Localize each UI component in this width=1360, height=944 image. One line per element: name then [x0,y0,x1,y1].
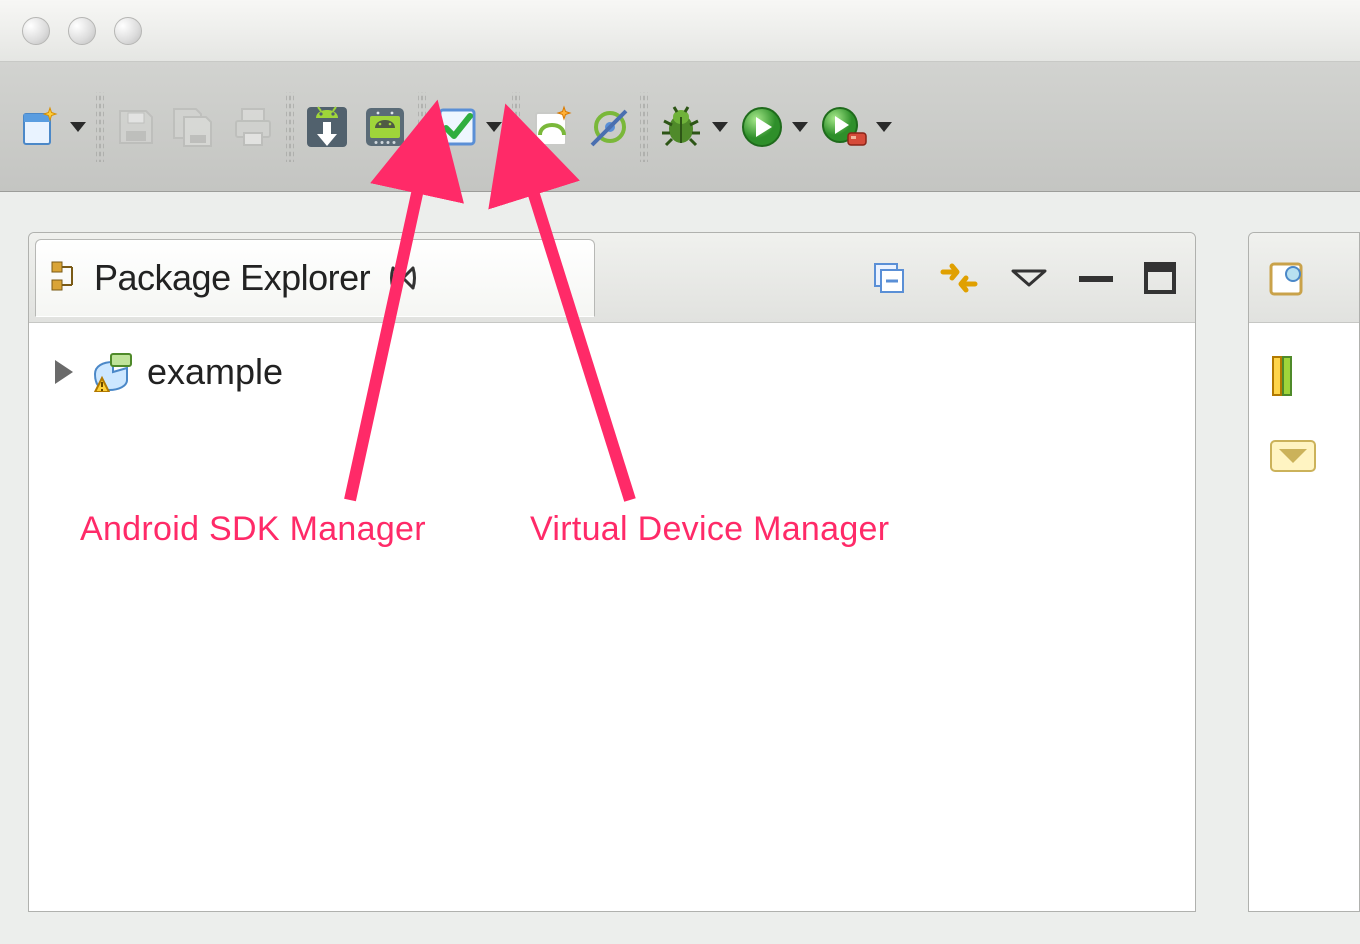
side-minimize-icon[interactable] [1269,439,1319,475]
android-sdk-manager-button[interactable] [298,85,356,169]
side-handle-icon[interactable] [1269,353,1295,399]
outline-view-icon [1267,258,1307,298]
toolbar-separator [286,92,294,162]
android-avd-icon [362,104,408,150]
zoom-window-button[interactable] [114,17,142,45]
toolbar-separator [418,92,426,162]
save-all-button[interactable] [164,85,224,169]
collapse-all-icon[interactable] [869,258,909,298]
view-menu-icon[interactable] [1009,267,1049,289]
package-explorer-view: Package Explorer [28,232,1196,912]
link-with-editor-icon[interactable] [937,258,981,298]
debug-button[interactable] [652,85,734,169]
close-tab-icon[interactable] [388,263,418,293]
side-widgets [1249,323,1359,475]
view-tab-bar: Package Explorer [29,233,1195,323]
maximize-view-icon[interactable] [1143,261,1177,295]
secondary-view-tab[interactable] [1249,233,1359,323]
android-lint-button[interactable] [580,85,636,169]
main-toolbar [0,62,1360,192]
new-android-project-button[interactable] [524,85,580,169]
run-button[interactable] [734,85,814,169]
play-external-icon [820,105,868,149]
minimize-window-button[interactable] [68,17,96,45]
disclosure-triangle-icon[interactable] [55,360,73,384]
package-explorer-icon [50,258,82,298]
run-external-button[interactable] [814,85,898,169]
print-button[interactable] [224,85,282,169]
annotation-avd-label: Virtual Device Manager [530,510,889,549]
view-tab-package-explorer[interactable]: Package Explorer [35,239,595,317]
annotation-sdk-label: Android SDK Manager [80,510,426,549]
minimize-view-icon[interactable] [1077,268,1115,288]
save-button[interactable] [108,85,164,169]
bug-icon [658,105,704,149]
close-window-button[interactable] [22,17,50,45]
checkbox-tool-button[interactable] [430,85,508,169]
java-project-warning-icon [89,352,137,392]
mac-title-bar [0,0,1360,62]
android-avd-manager-button[interactable] [356,85,414,169]
workspace: Package Explorer [0,192,1360,944]
android-sdk-icon [304,104,350,150]
tree-item[interactable]: example [29,323,1195,421]
toolbar-separator [96,92,104,162]
tree-item-label: example [147,351,283,393]
play-icon [740,105,784,149]
new-wizard-button[interactable] [10,85,92,169]
view-tab-label: Package Explorer [94,257,370,299]
toolbar-separator [640,92,648,162]
secondary-view-stack [1248,232,1360,912]
toolbar-separator [512,92,520,162]
